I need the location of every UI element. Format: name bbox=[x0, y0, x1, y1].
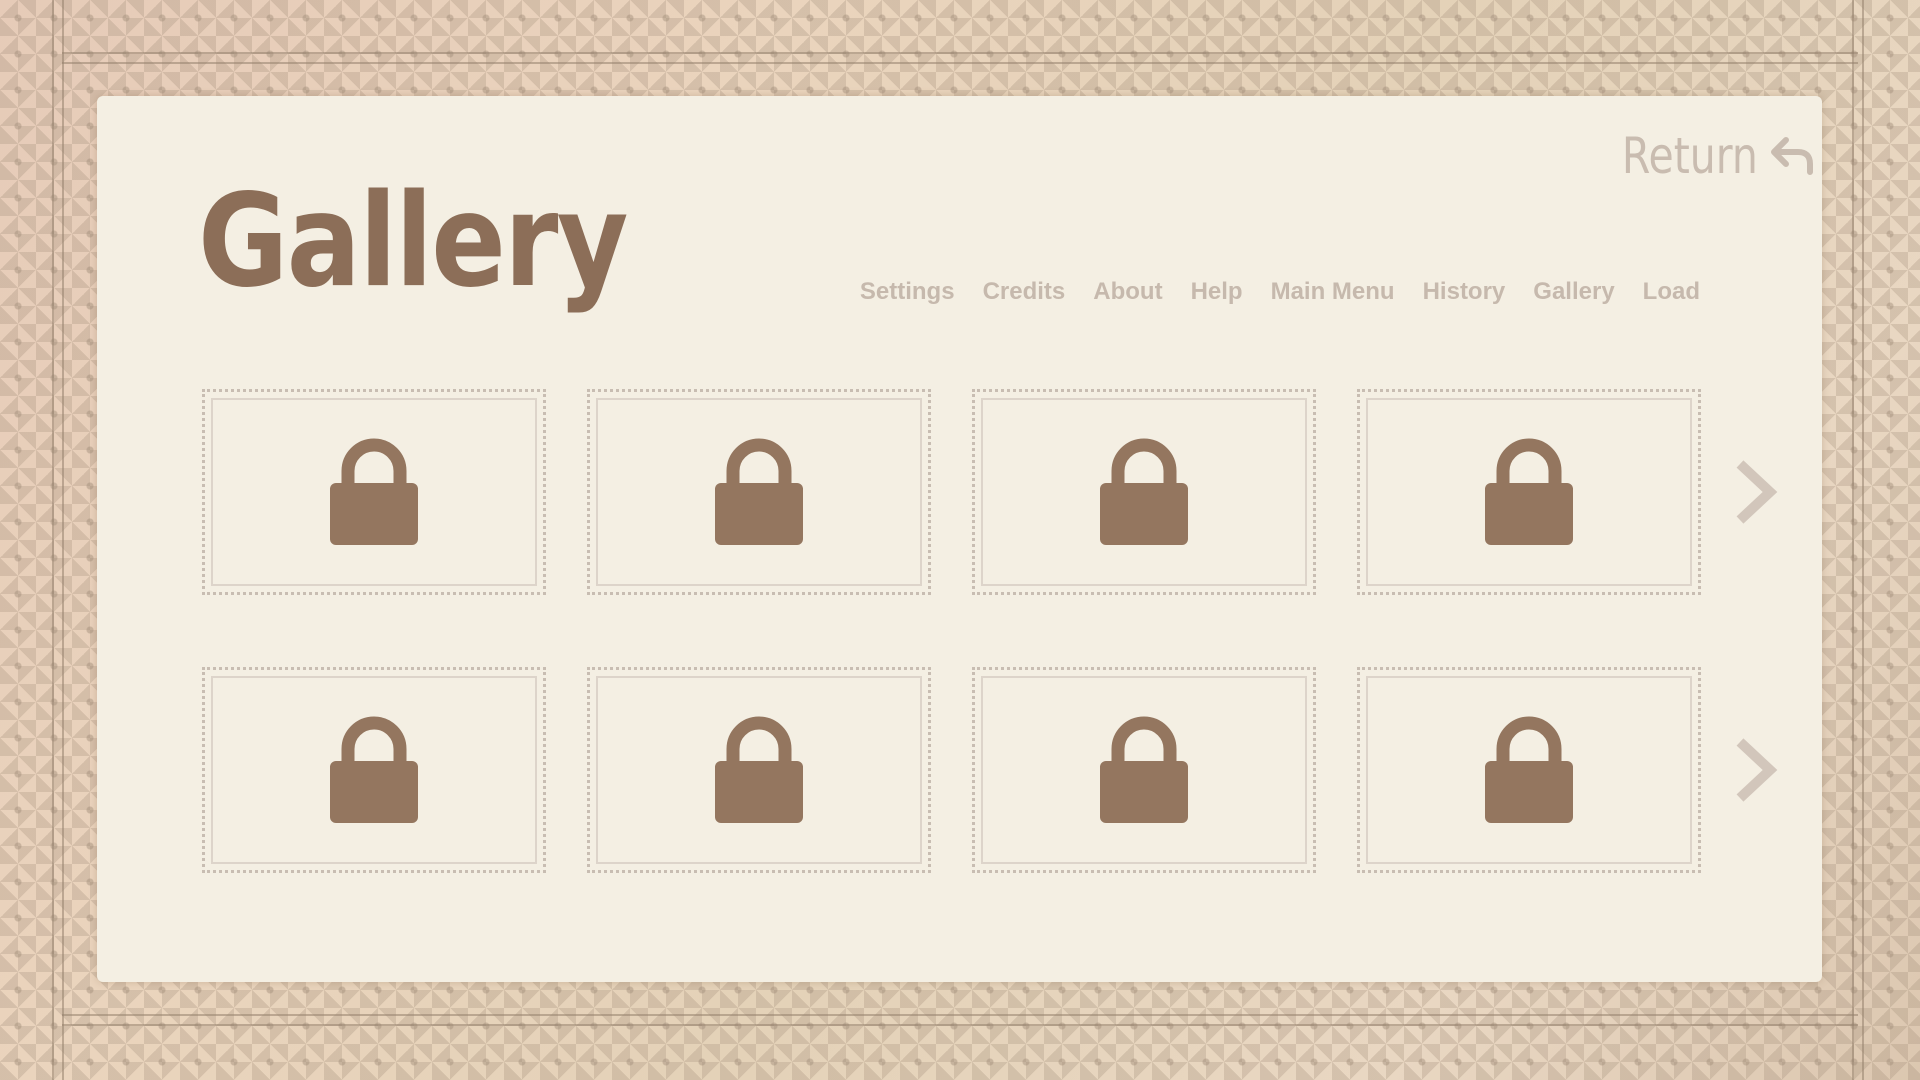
lock-icon bbox=[330, 438, 418, 545]
gallery-slot-4[interactable] bbox=[1357, 389, 1701, 595]
nav-help[interactable]: Help bbox=[1191, 278, 1243, 306]
nav-history[interactable]: History bbox=[1423, 278, 1506, 306]
border-line-right bbox=[1852, 0, 1864, 1080]
lock-icon bbox=[1100, 716, 1188, 823]
border-line-bottom bbox=[62, 1014, 1858, 1026]
nav-settings[interactable]: Settings bbox=[860, 278, 955, 306]
gallery-slot-8[interactable] bbox=[1357, 667, 1701, 873]
next-page-arrow-row-1[interactable] bbox=[1726, 460, 1782, 524]
gallery-slot-5[interactable] bbox=[202, 667, 546, 873]
gallery-slot-7[interactable] bbox=[972, 667, 1316, 873]
nav-main-menu[interactable]: Main Menu bbox=[1271, 278, 1395, 306]
next-page-arrow-row-2[interactable] bbox=[1726, 738, 1782, 802]
return-label: Return bbox=[1621, 127, 1758, 185]
border-line-left bbox=[52, 0, 64, 1080]
gallery-slot-1[interactable] bbox=[202, 389, 546, 595]
page-title: Gallery bbox=[198, 167, 628, 316]
nav-credits[interactable]: Credits bbox=[983, 278, 1066, 306]
lock-icon bbox=[330, 716, 418, 823]
return-button[interactable]: Return bbox=[1592, 124, 1816, 188]
return-arrow-icon bbox=[1770, 136, 1816, 176]
nav-about[interactable]: About bbox=[1093, 278, 1162, 306]
gallery-slot-3[interactable] bbox=[972, 389, 1316, 595]
lock-icon bbox=[1485, 438, 1573, 545]
gallery-slot-2[interactable] bbox=[587, 389, 931, 595]
main-nav: Settings Credits About Help Main Menu Hi… bbox=[860, 278, 1700, 306]
lock-icon bbox=[715, 716, 803, 823]
lock-icon bbox=[715, 438, 803, 545]
border-line-top bbox=[62, 52, 1858, 64]
nav-gallery[interactable]: Gallery bbox=[1533, 278, 1614, 306]
lock-icon bbox=[1485, 716, 1573, 823]
lock-icon bbox=[1100, 438, 1188, 545]
gallery-slot-6[interactable] bbox=[587, 667, 931, 873]
chevron-right-icon bbox=[1736, 738, 1778, 802]
nav-load[interactable]: Load bbox=[1643, 278, 1700, 306]
chevron-right-icon bbox=[1736, 460, 1778, 524]
